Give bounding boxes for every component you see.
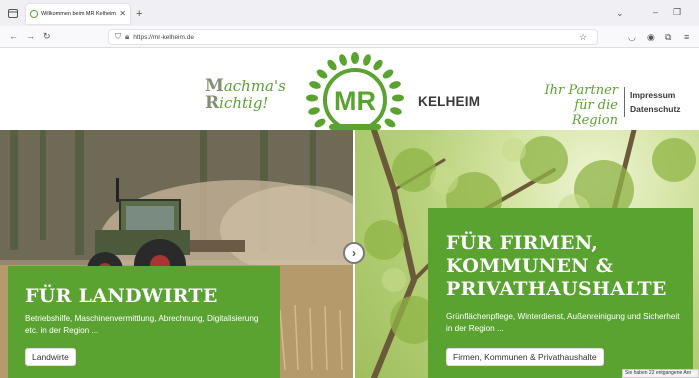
farmers-description: Betriebshilfe, Maschinenvermittlung, Abr… [25, 314, 259, 335]
slogan-partner-region: Ihr Partner für die Region [538, 83, 619, 128]
farmers-title: FÜR LANDWIRTE [25, 285, 218, 307]
back-arrow-icon[interactable]: ← [9, 32, 18, 41]
slogan-left-line-2: ichtig! [219, 94, 269, 112]
companies-description: Grünflächenpflege, Winterdienst, Außenre… [446, 312, 680, 333]
account-icon[interactable]: ◉ [647, 33, 655, 42]
companies-button[interactable]: Firmen, Kommunen & Privathaushalte [446, 348, 604, 366]
slogan-machmas-richtig: Machma's Richtig! [205, 78, 286, 112]
slogan-right-line-2: für die Region [571, 98, 618, 128]
tab-list-chevron-icon[interactable]: ⌄ [616, 9, 624, 18]
minimize-icon[interactable]: – [653, 8, 658, 17]
companies-title-line-2: KOMMUNEN & [446, 255, 614, 277]
notification-toast[interactable]: Sie haben 22 entgangene Anr [622, 369, 699, 378]
bookmark-star-icon[interactable]: ☆ [579, 33, 587, 42]
url-text: https://mr-kelheim.de [133, 33, 194, 41]
slogan-right-line-1: Ihr Partner [544, 83, 619, 98]
menu-icon[interactable]: ≡ [684, 33, 689, 42]
chevron-right-icon: › [352, 246, 356, 260]
slogan-left-line-1: achma's [223, 77, 286, 95]
datenschutz-link[interactable]: Datenschutz [630, 104, 681, 114]
restore-icon[interactable]: ❐ [673, 8, 681, 17]
tab-favicon-icon [30, 10, 38, 18]
impressum-link[interactable]: Impressum [630, 90, 675, 100]
browser-tab[interactable]: Willkommen beim MR Kelheim ✕ [26, 4, 130, 24]
tab-close-icon[interactable]: ✕ [119, 10, 126, 18]
pocket-icon[interactable]: ◡ [628, 33, 636, 42]
tab-overview-icon[interactable] [8, 9, 18, 20]
location-name: KELHEIM [418, 94, 481, 109]
companies-title-line-3: PRIVATHAUSHALTE [446, 278, 667, 300]
forward-arrow-icon[interactable]: → [26, 32, 35, 41]
address-bar[interactable]: ⛉ 🔒︎ https://mr-kelheim.de [108, 29, 598, 45]
extensions-icon[interactable]: ⧉ [665, 33, 671, 42]
shield-icon[interactable]: ⛉ [115, 32, 121, 42]
companies-title: FÜR FIRMEN, KOMMUNEN & PRIVATHAUSHALTE [446, 232, 667, 301]
header-separator [624, 87, 625, 117]
companies-panel: FÜR FIRMEN, KOMMUNEN & PRIVATHAUSHALTE G… [428, 208, 693, 378]
slider-next-button[interactable]: › [343, 242, 365, 264]
companies-title-line-1: FÜR FIRMEN, [446, 232, 599, 254]
slogan-left-cap-2: R [205, 93, 220, 113]
farmers-panel: FÜR LANDWIRTE Betriebshilfe, Maschinenve… [8, 266, 280, 378]
new-tab-button[interactable]: + [136, 9, 142, 20]
farmers-button[interactable]: Landwirte [25, 348, 76, 366]
logo-text: MR [334, 86, 376, 116]
tab-title: Willkommen beim MR Kelheim [41, 11, 116, 17]
lock-icon[interactable]: 🔒︎ [125, 32, 129, 42]
reload-icon[interactable]: ↻ [43, 32, 51, 41]
